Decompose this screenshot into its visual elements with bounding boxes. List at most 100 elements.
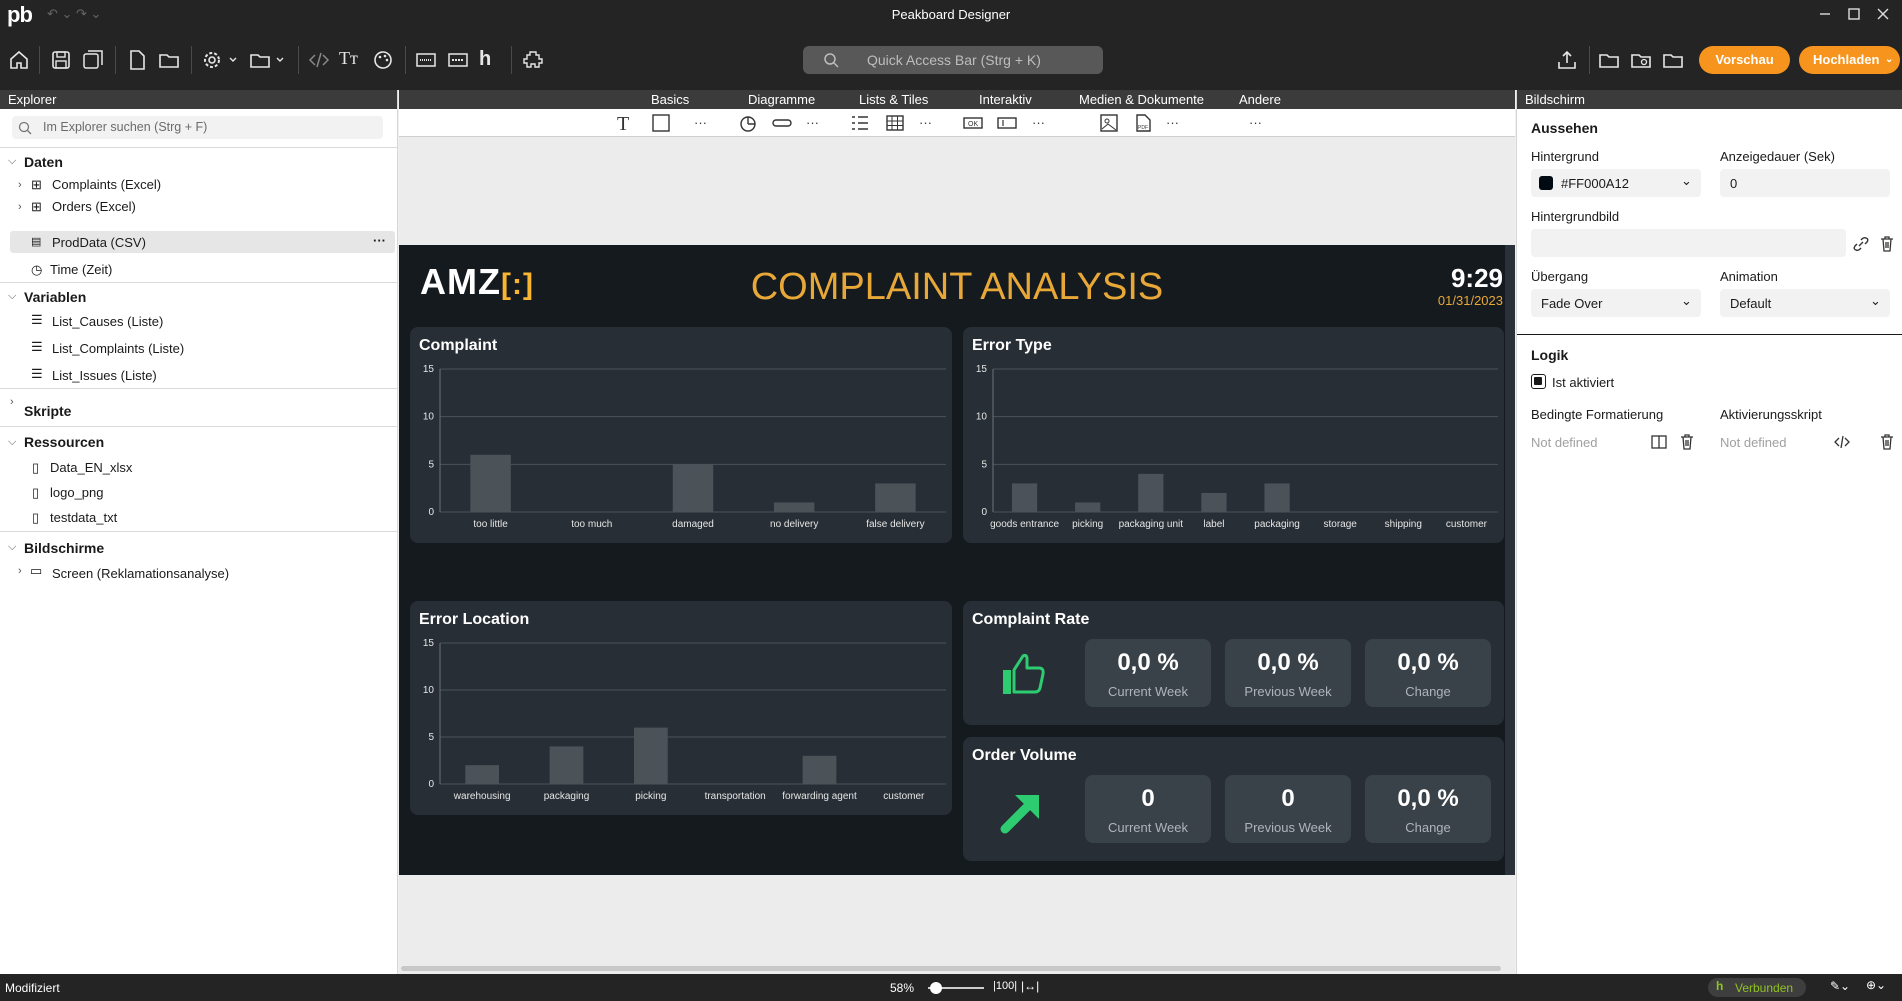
transition-select[interactable]: Fade Over ⌄ [1531,289,1701,317]
edit-formatting-icon[interactable] [1650,433,1668,451]
category-charts[interactable]: Diagramme [748,92,815,107]
variable-item[interactable]: List_Complaints (Liste) [52,341,184,356]
bar [1011,483,1038,512]
y-tick-label: 5 [981,459,987,470]
more-icon[interactable]: ··· [1032,115,1052,135]
zoom-slider-handle[interactable] [930,982,942,994]
more-icon[interactable]: ··· [1249,115,1269,135]
data-item-time[interactable]: Time (Zeit) [50,262,112,277]
code-icon[interactable] [307,48,331,72]
complaint-chart-card: Complaint 0 5 10 15 too little too much damage… [410,327,952,543]
section-scripts[interactable]: Skripte [0,403,398,419]
table-icon[interactable] [885,113,905,133]
brush-icon[interactable]: ✎⌄ [1830,979,1850,993]
y-tick-label: 5 [428,459,434,470]
gauge-icon[interactable] [772,113,792,133]
section-screens[interactable]: Bildschirme [0,540,398,556]
more-icon[interactable]: ··· [806,115,826,135]
section-data[interactable]: Daten [0,154,398,170]
fit-width-icon[interactable]: |↔| [1021,979,1039,993]
section-variables[interactable]: Variablen [0,289,398,305]
resource-item[interactable]: Data_EN_xlsx [50,460,132,475]
close-icon[interactable] [1874,5,1892,23]
monitor-icon: ▭ [30,563,43,578]
new-file-icon[interactable] [125,48,149,72]
home-icon[interactable] [7,48,31,72]
folder-settings-icon[interactable] [1629,48,1653,72]
minimize-icon[interactable] [1816,5,1834,23]
data-item-proddata[interactable]: ProdData (CSV) [52,235,146,250]
is-active-checkbox[interactable] [1531,374,1546,389]
chevron-right-icon[interactable]: › [18,565,22,577]
explorer-header: Explorer [0,90,397,109]
folder-open-icon[interactable] [1661,48,1685,72]
rectangle-icon[interactable] [651,113,671,133]
category-interactive[interactable]: Interaktiv [979,92,1032,107]
chevron-right-icon[interactable]: › [18,179,22,191]
duration-label: Anzeigedauer (Sek) [1720,149,1835,164]
explorer-search-input[interactable]: Im Explorer suchen (Strg + F) [12,116,383,139]
image-control-icon[interactable] [1099,113,1119,133]
box-icon[interactable] [414,48,438,72]
button-control-icon[interactable]: OK [963,113,983,133]
more-icon[interactable]: ··· [1166,115,1186,135]
clock-time: 9:29 [1450,263,1503,293]
connection-status-badge: h Verbunden [1708,978,1806,997]
x-tick-label: customer [883,791,925,802]
control-palette: T ··· ··· ··· OK ··· PDF ··· ··· [399,109,1515,137]
list-icon: ☰ [31,366,43,381]
more-icon[interactable]: ··· [373,233,386,248]
chevron-right-icon[interactable]: › [18,201,22,213]
variable-item[interactable]: List_Causes (Liste) [52,314,163,329]
text-format-icon[interactable]: Tт [339,48,363,72]
dashboard-screen[interactable]: AMZ[:] COMPLAINT ANALYSIS 9:29 01/31/202… [399,245,1515,875]
trash-icon[interactable] [1678,433,1696,451]
textbox-control-icon[interactable] [997,113,1017,133]
sql-icon[interactable] [446,48,470,72]
palette-icon[interactable] [371,48,395,72]
open-folder-icon[interactable] [157,48,181,72]
extensions-icon[interactable] [521,48,545,72]
folder-icon[interactable] [1597,48,1621,72]
upload-button[interactable]: Hochladen ⌄ [1799,46,1900,74]
conditional-value: Not defined [1531,435,1598,450]
variable-item[interactable]: List_Issues (Liste) [52,368,157,383]
bgimage-input[interactable] [1531,229,1846,257]
quick-access-bar[interactable]: Quick Access Bar (Strg + K) [803,46,1103,74]
animation-select[interactable]: Default ⌄ [1720,289,1890,317]
zoom-100-icon[interactable]: |100| [993,980,1017,992]
trash-icon[interactable] [1878,433,1896,451]
horizontal-scrollbar[interactable] [401,966,1501,971]
screen-item[interactable]: Screen (Reklamationsanalyse) [52,566,229,581]
maximize-icon[interactable] [1845,5,1863,23]
resource-item[interactable]: testdata_txt [50,510,117,525]
more-icon[interactable]: ··· [919,115,939,135]
data-settings-dropdown-icon[interactable] [248,48,288,72]
data-item-orders[interactable]: Orders (Excel) [52,199,136,214]
search-icon [824,53,839,68]
category-media-documents[interactable]: Medien & Dokumente [1079,92,1204,107]
save-icon[interactable] [49,48,73,72]
category-basics[interactable]: Basics [651,92,689,107]
pie-chart-icon[interactable] [738,113,758,133]
pdf-control-icon[interactable]: PDF [1133,113,1153,133]
save-all-icon[interactable] [81,48,105,72]
category-other[interactable]: Andere [1239,92,1281,107]
category-lists-tiles[interactable]: Lists & Tiles [859,92,928,107]
link-icon[interactable] [1852,235,1870,253]
more-icon[interactable]: ··· [694,115,714,135]
settings-dropdown-icon[interactable] [201,48,241,72]
text-control-icon[interactable]: T [617,113,637,135]
duration-input[interactable]: 0 [1720,169,1890,197]
resource-item[interactable]: logo_png [50,485,104,500]
hub-icon[interactable]: h [479,48,503,72]
trash-icon[interactable] [1878,235,1896,253]
list-icon[interactable] [850,113,870,133]
preview-button[interactable]: Vorschau [1699,46,1790,74]
section-resources[interactable]: Ressourcen [0,434,398,450]
background-color-picker[interactable]: #FF000A12 ⌄ [1531,169,1701,197]
data-item-complaints[interactable]: Complaints (Excel) [52,177,161,192]
globe-icon[interactable]: ⊕⌄ [1866,978,1886,992]
code-icon[interactable] [1833,433,1851,451]
export-icon[interactable] [1555,48,1579,72]
